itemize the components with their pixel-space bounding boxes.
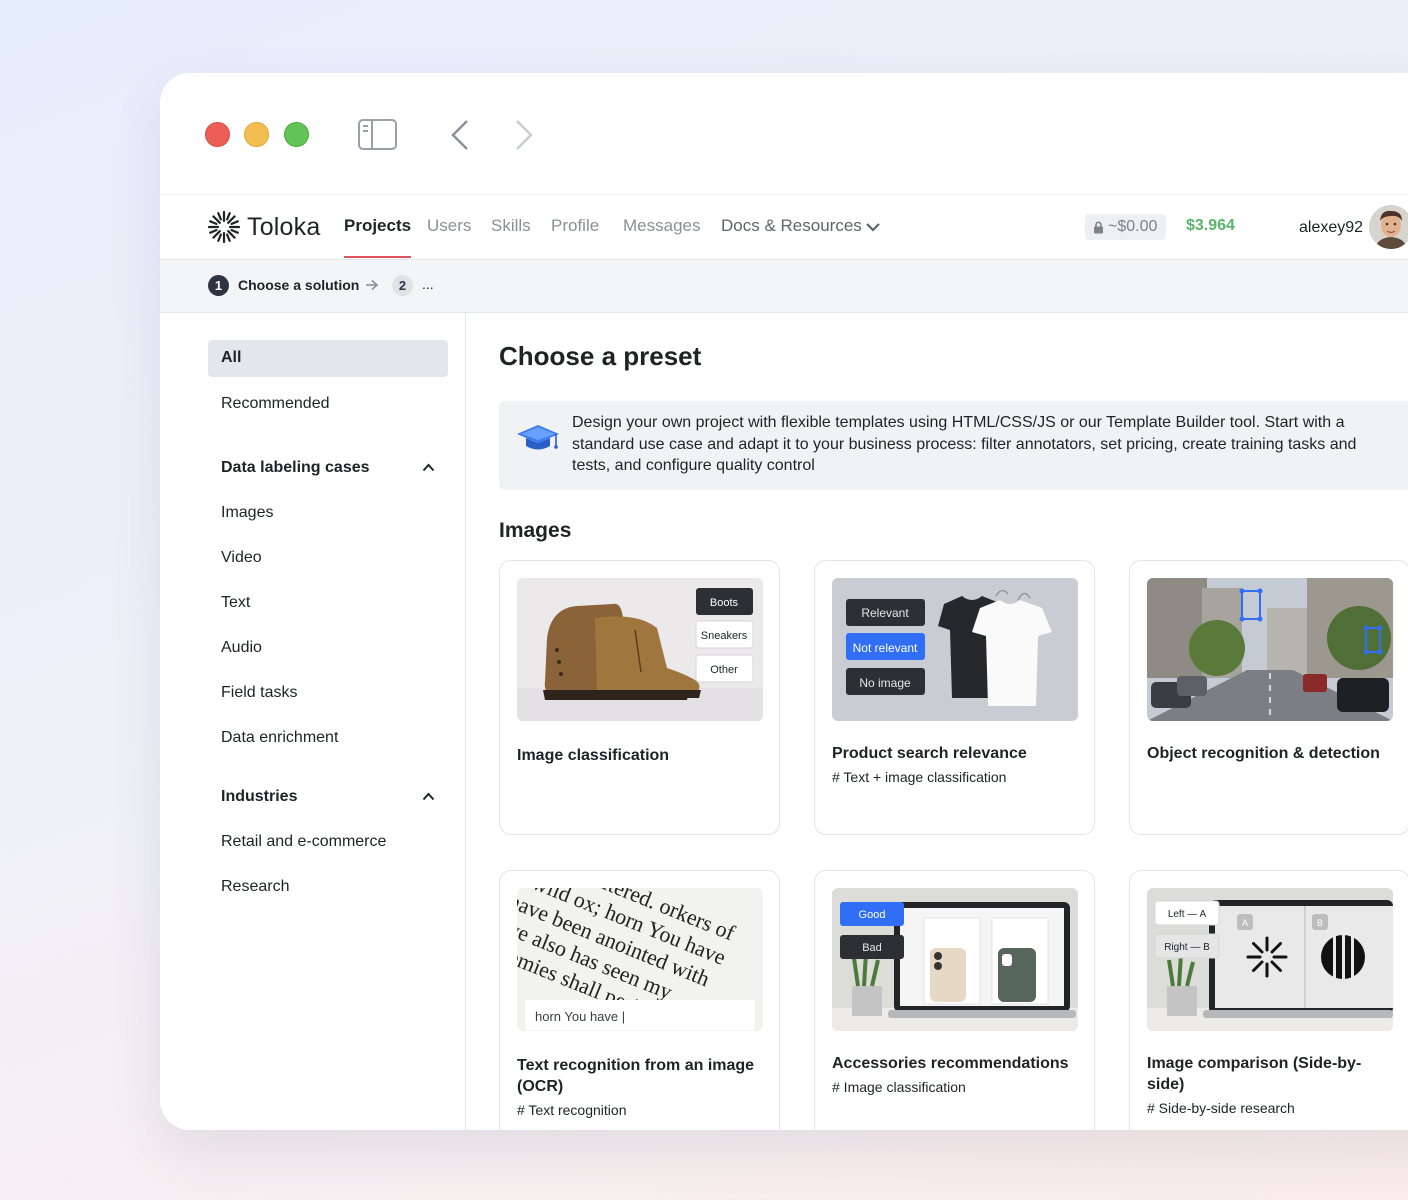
section-title-images: Images (499, 519, 572, 542)
sidebar-section-industries[interactable]: Industries (221, 788, 297, 806)
sidebar-item-audio[interactable]: Audio (221, 639, 262, 657)
preset-card-object-recognition[interactable]: Object recognition & detection (1129, 560, 1408, 835)
thumb-label-boots: Boots (710, 597, 739, 609)
locked-balance-value: ~$0.00 (1108, 218, 1158, 235)
preset-card-image-classification[interactable]: Boots Sneakers Other Image classificatio… (499, 560, 780, 835)
chevron-up-icon[interactable] (422, 463, 435, 472)
toloka-logo-icon (207, 210, 241, 244)
lock-icon (1094, 221, 1103, 233)
sidebar-item-all-label: All (221, 349, 242, 366)
thumb-label-left-a: Left — A (1168, 909, 1207, 920)
sidebar-item-recommended[interactable]: Recommended (221, 395, 330, 413)
card-tag: # Text recognition (517, 1102, 627, 1118)
minimize-window-button[interactable] (244, 122, 269, 147)
thumb-label-not-relevant: Not relevant (853, 641, 918, 655)
locked-balance-badge: ~$0.00 (1085, 214, 1167, 240)
page-title: Choose a preset (499, 341, 702, 371)
browser-window: Toloka Projects Users Skills Profile Mes… (160, 73, 1408, 1130)
preset-card-product-search-relevance[interactable]: Relevant Not relevant No image Product s… (814, 560, 1095, 835)
nav-projects[interactable]: Projects (344, 216, 412, 258)
card-thumbnail: Good Bad (832, 888, 1078, 1031)
card-thumbnail: Boots Sneakers Other (517, 578, 763, 721)
card-thumbnail (1147, 578, 1393, 721)
arrow-right-icon (366, 279, 379, 291)
nav-messages[interactable]: Messages (623, 216, 700, 236)
wizard-breadcrumb: 1 Choose a solution 2 ... (160, 260, 1408, 313)
thumb-label-b: B (1317, 918, 1323, 928)
preset-card-image-comparison[interactable]: A B Left — A Right — B Image comparison … (1129, 870, 1408, 1130)
thumb-label-no-image: No image (859, 676, 911, 690)
sidebar-item-video[interactable]: Video (221, 549, 262, 567)
thumb-label-sneakers: Sneakers (701, 630, 748, 642)
thumb-label-other: Other (710, 664, 738, 676)
card-title: Accessories recommendations (832, 1055, 1069, 1072)
info-banner: Design your own project with flexible te… (499, 401, 1408, 490)
sidebar-item-retail[interactable]: Retail and e-commerce (221, 833, 386, 851)
close-window-button[interactable] (205, 122, 230, 147)
maximize-window-button[interactable] (284, 122, 309, 147)
card-thumbnail: But my altered. orkers of a wild ox; hor… (517, 888, 763, 1031)
thumb-label-good: Good (859, 909, 886, 921)
thumb-label-relevant: Relevant (861, 606, 909, 620)
forward-arrow-icon[interactable] (514, 119, 534, 151)
info-banner-text: Design your own project with flexible te… (572, 414, 1357, 474)
step-2-badge: 2 (392, 275, 413, 296)
sidebar-toggle-icon[interactable] (358, 119, 397, 150)
sidebar-item-data-enrichment[interactable]: Data enrichment (221, 729, 338, 747)
window-titlebar (160, 73, 1408, 195)
card-title: Object recognition & detection (1147, 745, 1380, 762)
step-1-badge: 1 (208, 275, 229, 296)
main-content: Choose a preset Design your own project … (466, 313, 1408, 1130)
username[interactable]: alexey92 (1299, 219, 1363, 237)
graduation-cap-icon (517, 425, 559, 450)
sidebar-item-all[interactable]: All (208, 340, 448, 377)
sidebar-section-data-labeling-cases[interactable]: Data labeling cases (221, 459, 370, 477)
toloka-logo[interactable]: Toloka (207, 210, 321, 244)
sidebar-item-images[interactable]: Images (221, 504, 273, 522)
thumb-label-a: A (1242, 918, 1248, 928)
step-2-label: ... (422, 276, 434, 292)
nav-users[interactable]: Users (427, 216, 471, 236)
chevron-down-icon[interactable] (865, 221, 881, 233)
card-title: Image comparison (Side-by-side) (1147, 1055, 1362, 1093)
account-balance[interactable]: $3.964 (1186, 217, 1235, 235)
filter-sidebar: All Recommended Data labeling cases Imag… (160, 313, 466, 1130)
thumb-label-right-b: Right — B (1164, 942, 1210, 953)
thumb-label-bad: Bad (862, 942, 882, 954)
card-thumbnail: Relevant Not relevant No image (832, 578, 1078, 721)
nav-skills[interactable]: Skills (491, 216, 531, 236)
nav-docs-resources[interactable]: Docs & Resources (721, 216, 862, 236)
preset-card-ocr[interactable]: But my altered. orkers of a wild ox; hor… (499, 870, 780, 1130)
preset-card-accessories-recommendations[interactable]: Good Bad Accessories recommendations # I… (814, 870, 1095, 1130)
nav-profile[interactable]: Profile (551, 216, 599, 236)
step-1-label: Choose a solution (238, 277, 360, 293)
chevron-up-icon[interactable] (422, 792, 435, 801)
card-tag: # Text + image classification (832, 769, 1007, 785)
sidebar-item-research[interactable]: Research (221, 878, 289, 896)
ocr-input-text: horn You have | (535, 1009, 625, 1024)
avatar[interactable] (1369, 205, 1408, 249)
sidebar-item-field-tasks[interactable]: Field tasks (221, 684, 297, 702)
card-title: Image classification (517, 747, 670, 764)
card-title: Product search relevance (832, 745, 1027, 762)
sidebar-item-text[interactable]: Text (221, 594, 250, 612)
app-header: Toloka Projects Users Skills Profile Mes… (160, 195, 1408, 260)
card-tag: # Image classification (832, 1079, 966, 1095)
card-title: Text recognition from an image (OCR) (517, 1057, 755, 1095)
card-thumbnail: A B Left — A Right — B (1147, 888, 1393, 1031)
back-arrow-icon[interactable] (450, 119, 470, 151)
card-tag: # Side-by-side research (1147, 1100, 1295, 1116)
logo-text: Toloka (247, 212, 321, 241)
